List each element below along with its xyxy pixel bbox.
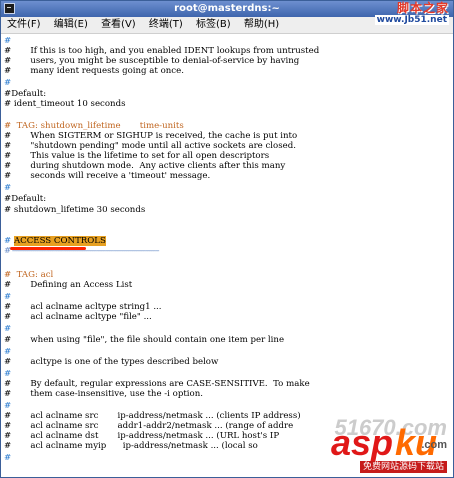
watermark-brand-a: asp	[330, 422, 393, 463]
terminal-line: # during shutdown mode. Any active clien…	[4, 161, 286, 171]
logo-text: 脚本之家	[396, 1, 449, 15]
separator-line: # --------------------------------------…	[4, 246, 160, 256]
terminal-line: # By default, regular expressions are CA…	[4, 379, 310, 389]
terminal-line: # shutdown_lifetime 30 seconds	[4, 205, 146, 215]
terminal-line: # acl aclname acltype string1 ...	[4, 302, 162, 312]
terminal-line: # them case-insensitive, use the -i opti…	[4, 389, 203, 399]
terminal-line: # acltype is one of the types described …	[4, 357, 219, 367]
menu-view[interactable]: 查看(V)	[97, 17, 140, 33]
terminal-line: # seconds will receive a 'timeout' messa…	[4, 171, 211, 181]
menu-edit[interactable]: 编辑(E)	[50, 17, 92, 33]
terminal-line: #Default:	[4, 194, 47, 204]
terminal-line: # This value is the lifetime to set for …	[4, 151, 270, 161]
comment-hash: #	[4, 236, 14, 246]
site-logo: 脚本之家 www.Jb51.net	[374, 1, 449, 25]
menu-help[interactable]: 帮助(H)	[240, 17, 283, 33]
menu-terminal[interactable]: 终端(T)	[145, 17, 187, 33]
window-title: root@masterdns:~	[174, 3, 280, 14]
terminal-line: #	[4, 78, 12, 88]
terminal-line: # many ident requests going at once.	[4, 66, 184, 76]
terminal-line: # Defining an Access List	[4, 280, 133, 290]
terminal-line: # acl aclname src ip-address/netmask ...…	[4, 411, 301, 421]
terminal-line: #Default:	[4, 89, 47, 99]
terminal-line: #	[4, 453, 12, 463]
terminal-line: # "shutdown pending" mode until all acti…	[4, 141, 296, 151]
terminal-window: root@masterdns:~ 文件(F) 编辑(E) 查看(V) 终端(T)…	[0, 0, 454, 478]
terminal-line: # acl aclname myip ip-address/netmask ..…	[4, 441, 258, 451]
watermark-tagline: 免费网站源码下载站	[359, 461, 447, 473]
terminal-tag-line: # TAG: acl	[4, 270, 54, 280]
logo-url: www.Jb51.net	[374, 15, 449, 25]
terminal-line: # acl aclname dst ip-address/netmask ...…	[4, 431, 280, 441]
terminal-line: # ident_timeout 10 seconds	[4, 99, 126, 109]
terminal-line: #	[4, 183, 12, 193]
menu-file[interactable]: 文件(F)	[3, 17, 45, 33]
terminal-line: #	[4, 324, 12, 334]
terminal-line: # If this is too high, and you enabled I…	[4, 46, 320, 56]
access-controls-line: # ACCESS CONTROLS	[4, 236, 106, 246]
terminal-line: #	[4, 369, 12, 379]
watermark: 51670.com asp ku .com 免费网站源码下载站	[297, 403, 447, 473]
menu-tabs[interactable]: 标签(B)	[192, 17, 235, 33]
terminal-line: #	[4, 401, 12, 411]
terminal-line: # When SIGTERM or SIGHUP is received, th…	[4, 131, 298, 141]
terminal-line: # acl aclname src addr1-addr2/netmask ..…	[4, 421, 294, 431]
access-controls-highlight: ACCESS CONTROLS	[13, 236, 106, 246]
terminal-line: # acl aclname acltype "file" ...	[4, 312, 152, 322]
terminal-tag-line: # TAG: shutdown_lifetime time-units	[4, 121, 184, 131]
watermark-domain: .com	[421, 439, 447, 451]
terminal-line: #	[4, 347, 12, 357]
terminal-icon	[4, 3, 15, 14]
terminal-line: # users, you might be susceptible to den…	[4, 56, 300, 66]
terminal-line: #	[4, 292, 12, 302]
terminal-line: # when using "file", the file should con…	[4, 335, 285, 345]
terminal-line: #	[4, 36, 12, 46]
